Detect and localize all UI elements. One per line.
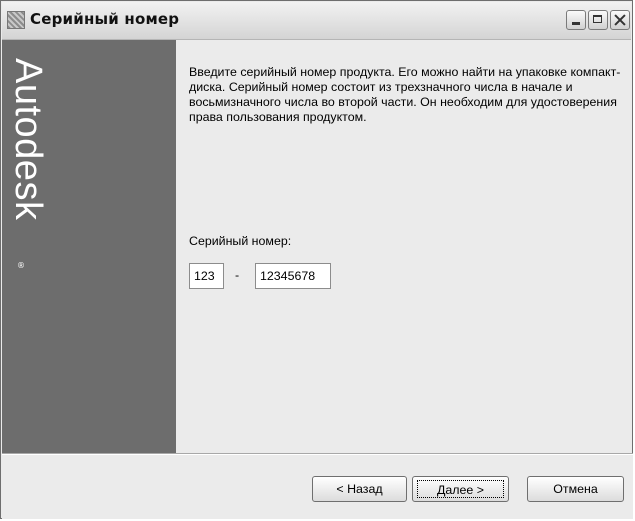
next-button[interactable]: Далее > <box>412 476 509 502</box>
next-button-label: Далее > <box>417 480 504 498</box>
registered-mark: ® <box>17 261 25 270</box>
close-icon[interactable] <box>610 10 630 30</box>
wizard-footer: < Назад Далее > Отмена <box>2 455 633 519</box>
title-bar[interactable]: Серийный номер <box>2 2 631 40</box>
product-install-icon <box>7 11 25 29</box>
maximize-icon[interactable] <box>588 10 608 30</box>
install-wizard-window: Серийный номер Autodesk ® Введите серийн… <box>0 0 633 519</box>
serial-separator: - <box>235 268 240 282</box>
brand-sidebar: Autodesk ® <box>2 40 176 453</box>
cancel-button[interactable]: Отмена <box>527 476 624 502</box>
minimize-icon[interactable] <box>566 10 586 30</box>
back-button[interactable]: < Назад <box>312 476 407 502</box>
instruction-text: Введите серийный номер продукта. Его мож… <box>189 65 621 124</box>
serial-prefix-field[interactable]: 123 <box>189 263 224 289</box>
serial-number-field[interactable]: 12345678 <box>255 263 331 289</box>
serial-number-label: Серийный номер: <box>189 234 292 248</box>
wizard-content: Введите серийный номер продукта. Его мож… <box>176 40 632 453</box>
brand-logo: Autodesk <box>7 58 49 221</box>
window-title: Серийный номер <box>30 10 180 28</box>
